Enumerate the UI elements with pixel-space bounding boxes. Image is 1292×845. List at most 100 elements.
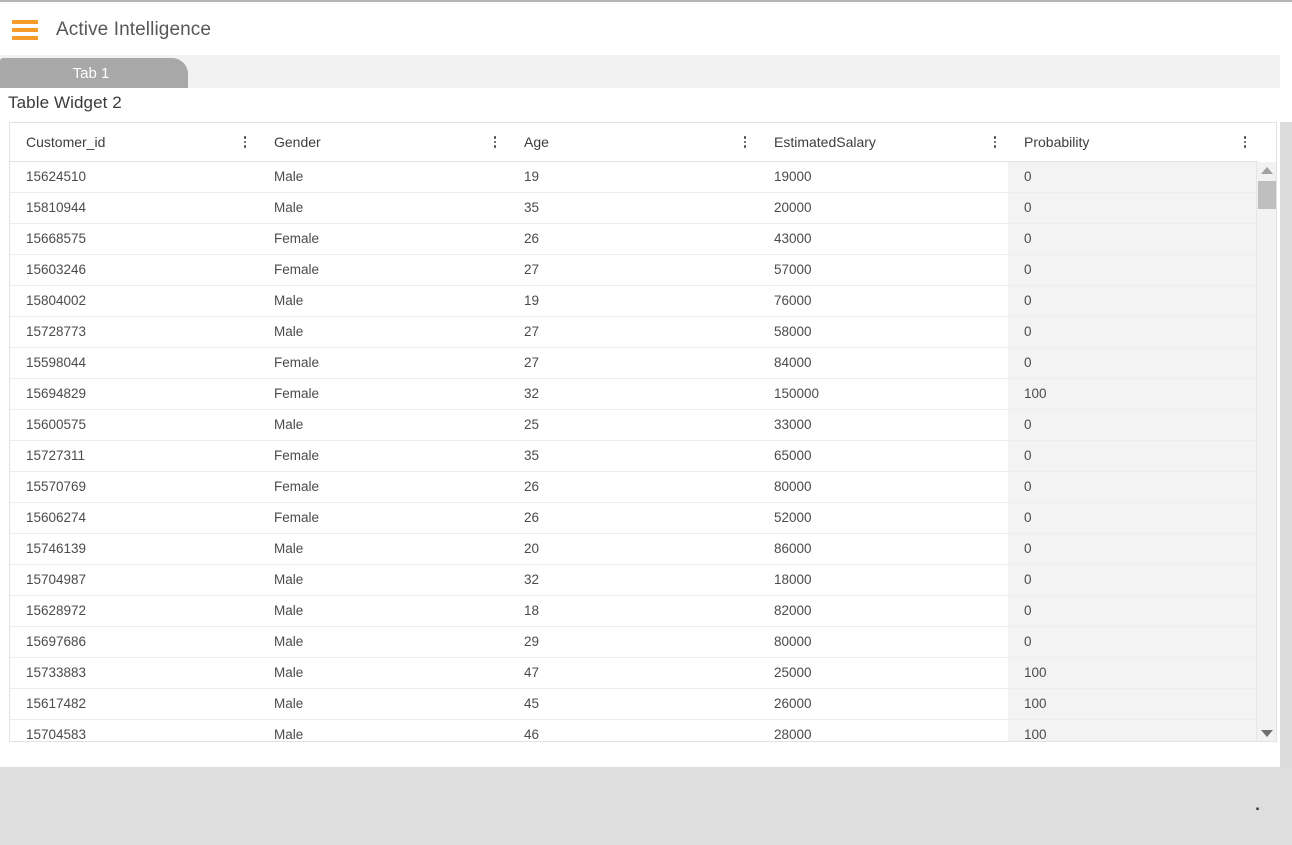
table-row[interactable]: 15727311 Female 35 65000 0	[10, 440, 1258, 472]
table-row[interactable]: 15810944 Male 35 20000 0	[10, 192, 1258, 224]
table-row[interactable]: 15606274 Female 26 52000 0	[10, 502, 1258, 534]
table-cell-age: 27	[508, 254, 758, 286]
table-cell-customer_id: 15598044	[10, 347, 258, 379]
table-cell-customer_id: 15624510	[10, 161, 258, 193]
table-cell-age: 27	[508, 316, 758, 348]
table-cell-customer_id: 15810944	[10, 192, 258, 224]
table-cell-probability: 0	[1008, 409, 1258, 441]
table-cell-age: 19	[508, 161, 758, 193]
tab-tab-1[interactable]: Tab 1	[0, 58, 188, 88]
table-row[interactable]: 15746139 Male 20 86000 0	[10, 533, 1258, 565]
table-cell-probability: 0	[1008, 626, 1258, 658]
table-cell-age: 35	[508, 440, 758, 472]
table-cell-estimated_salary: 20000	[758, 192, 1008, 224]
table-row[interactable]: 15603246 Female 27 57000 0	[10, 254, 1258, 286]
table-cell-probability: 0	[1008, 254, 1258, 286]
table-cell-gender: Female	[258, 440, 508, 472]
table-cell-age: 45	[508, 688, 758, 720]
table-cell-age: 18	[508, 595, 758, 627]
table-cell-customer_id: 15746139	[10, 533, 258, 565]
scroll-up-arrow-icon[interactable]	[1257, 162, 1276, 178]
table-cell-estimated_salary: 58000	[758, 316, 1008, 348]
column-header-age[interactable]: Age	[508, 123, 758, 162]
table-row[interactable]: 15728773 Male 27 58000 0	[10, 316, 1258, 348]
table-cell-gender: Female	[258, 471, 508, 503]
scroll-down-arrow-icon[interactable]	[1257, 725, 1276, 741]
table-cell-probability: 0	[1008, 285, 1258, 317]
table-cell-estimated_salary: 18000	[758, 564, 1008, 596]
tab-bar: Tab 1	[0, 55, 1280, 88]
table-cell-customer_id: 15570769	[10, 471, 258, 503]
column-header-gender[interactable]: Gender	[258, 123, 508, 162]
table-cell-estimated_salary: 26000	[758, 688, 1008, 720]
mouse-cursor: ▪	[1255, 804, 1260, 815]
kebab-menu-icon[interactable]	[737, 134, 753, 150]
table-cell-estimated_salary: 76000	[758, 285, 1008, 317]
table-row[interactable]: 15804002 Male 19 76000 0	[10, 285, 1258, 317]
application-shell: Active Intelligence Tab 1 Table Widget 2	[0, 0, 1280, 767]
vertical-scrollbar[interactable]	[1256, 162, 1276, 741]
grid-viewport: Customer_id Gender Age EstimatedSalary P…	[10, 123, 1258, 741]
table-row[interactable]: 15704583 Male 46 28000 100	[10, 719, 1258, 741]
table-frame: Customer_id Gender Age EstimatedSalary P…	[9, 122, 1277, 742]
table-cell-gender: Male	[258, 719, 508, 741]
column-header-estimated-salary[interactable]: EstimatedSalary	[758, 123, 1008, 162]
hamburger-bar-1	[12, 19, 38, 24]
widget-title: Table Widget 2	[8, 93, 122, 112]
table-cell-customer_id: 15733883	[10, 657, 258, 689]
table-cell-age: 26	[508, 502, 758, 534]
table-row[interactable]: 15600575 Male 25 33000 0	[10, 409, 1258, 441]
hamburger-bar-3	[12, 35, 38, 40]
table-cell-age: 29	[508, 626, 758, 658]
page-footer	[0, 767, 1292, 845]
table-row[interactable]: 15570769 Female 26 80000 0	[10, 471, 1258, 503]
table-row[interactable]: 15704987 Male 32 18000 0	[10, 564, 1258, 596]
table-cell-probability: 0	[1008, 471, 1258, 503]
table-cell-probability: 0	[1008, 316, 1258, 348]
table-cell-gender: Female	[258, 254, 508, 286]
table-cell-estimated_salary: 82000	[758, 595, 1008, 627]
table-cell-estimated_salary: 80000	[758, 471, 1008, 503]
hamburger-icon[interactable]	[12, 19, 38, 40]
table-row[interactable]: 15697686 Male 29 80000 0	[10, 626, 1258, 658]
table-cell-estimated_salary: 33000	[758, 409, 1008, 441]
table-row[interactable]: 15694829 Female 32 150000 100	[10, 378, 1258, 410]
table-cell-probability: 0	[1008, 595, 1258, 627]
vertical-scrollbar-thumb[interactable]	[1258, 181, 1276, 209]
table-cell-probability: 100	[1008, 719, 1258, 741]
kebab-menu-icon[interactable]	[987, 134, 1003, 150]
table-row[interactable]: 15617482 Male 45 26000 100	[10, 688, 1258, 720]
table-cell-age: 27	[508, 347, 758, 379]
table-row[interactable]: 15628972 Male 18 82000 0	[10, 595, 1258, 627]
table-cell-customer_id: 15617482	[10, 688, 258, 720]
table-cell-probability: 100	[1008, 657, 1258, 689]
table-row[interactable]: 15668575 Female 26 43000 0	[10, 223, 1258, 255]
table-row[interactable]: 15733883 Male 47 25000 100	[10, 657, 1258, 689]
table-cell-probability: 0	[1008, 564, 1258, 596]
kebab-menu-icon[interactable]	[487, 134, 503, 150]
page-scrollbar-track[interactable]	[1280, 122, 1292, 769]
column-header-probability[interactable]: Probability	[1008, 123, 1258, 162]
column-header-label: Customer_id	[26, 133, 106, 150]
table-cell-age: 26	[508, 223, 758, 255]
column-header-customer-id[interactable]: Customer_id	[10, 123, 258, 162]
table-cell-estimated_salary: 65000	[758, 440, 1008, 472]
table-cell-gender: Female	[258, 223, 508, 255]
kebab-menu-icon[interactable]	[1237, 134, 1253, 150]
table-cell-gender: Male	[258, 657, 508, 689]
table-row[interactable]: 15598044 Female 27 84000 0	[10, 347, 1258, 379]
kebab-menu-icon[interactable]	[237, 134, 253, 150]
column-header-label: EstimatedSalary	[774, 133, 876, 150]
table-cell-gender: Male	[258, 409, 508, 441]
table-cell-probability: 0	[1008, 440, 1258, 472]
table-cell-probability: 0	[1008, 347, 1258, 379]
page-scrollbar-gutter[interactable]	[1280, 0, 1292, 769]
table-row[interactable]: 15624510 Male 19 19000 0	[10, 161, 1258, 193]
table-cell-gender: Male	[258, 285, 508, 317]
table-cell-customer_id: 15600575	[10, 409, 258, 441]
table-cell-estimated_salary: 57000	[758, 254, 1008, 286]
table-cell-estimated_salary: 19000	[758, 161, 1008, 193]
table-cell-probability: 0	[1008, 192, 1258, 224]
table-cell-probability: 100	[1008, 378, 1258, 410]
table-cell-gender: Male	[258, 161, 508, 193]
